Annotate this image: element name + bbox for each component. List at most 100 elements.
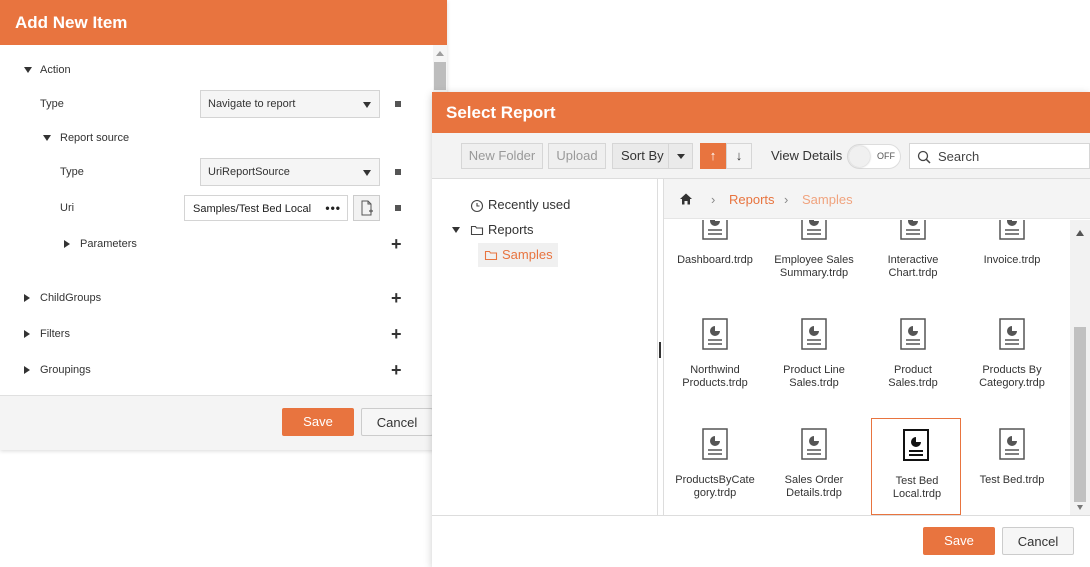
select-report-save-button[interactable]: Save [923, 527, 995, 555]
report-file-icon [801, 318, 827, 350]
file-grid-scrollbar[interactable] [1070, 220, 1090, 515]
square-marker-icon [395, 101, 401, 107]
more-icon[interactable]: ••• [325, 201, 341, 215]
expand-icon[interactable] [24, 330, 30, 338]
scrollbar-thumb[interactable] [434, 62, 446, 90]
file-item[interactable]: Northwind Products.trdp [670, 310, 760, 396]
collapse-icon[interactable] [452, 227, 460, 233]
search-input[interactable]: Search [909, 143, 1090, 169]
folder-icon [484, 250, 498, 261]
groupings-label: Groupings [40, 364, 91, 376]
breadcrumb-samples[interactable]: Samples [802, 192, 853, 207]
file-name: Products By Category.trdp [979, 364, 1045, 389]
file-name: Northwind Products.trdp [682, 364, 748, 389]
expand-icon[interactable] [24, 294, 30, 302]
child-groups-row[interactable]: ChildGroups + [0, 286, 433, 310]
sort-by-dropdown[interactable]: Sort By [612, 143, 693, 169]
sort-by-label: Sort By [621, 148, 664, 163]
file-item[interactable]: Invoice.trdp [967, 220, 1057, 286]
select-report-dialog: Select Report New Folder Upload Sort By … [432, 92, 1090, 567]
rs-type-label: Type [60, 166, 84, 178]
select-report-footer: Save Cancel [432, 515, 1090, 567]
uri-value: Samples/Test Bed Local [193, 203, 312, 215]
collapse-icon[interactable] [43, 135, 51, 141]
view-details-label: View Details [771, 148, 843, 163]
report-file-icon [702, 318, 728, 350]
file-item[interactable]: ProductsByCate gory.trdp [670, 420, 760, 512]
home-icon[interactable] [678, 191, 694, 207]
search-icon [917, 150, 931, 164]
square-marker-icon [395, 169, 401, 175]
file-item[interactable]: Products By Category.trdp [967, 310, 1057, 396]
rs-type-value: UriReportSource [208, 166, 290, 178]
report-source-type-dropdown[interactable]: UriReportSource [200, 158, 380, 186]
file-name: Sales Order Details.trdp [784, 474, 844, 499]
upload-button[interactable]: Upload [548, 143, 606, 169]
scroll-up-icon[interactable] [1076, 230, 1084, 236]
breadcrumb-reports[interactable]: Reports [729, 192, 775, 207]
sort-descending-button[interactable]: ↓ [726, 143, 752, 169]
scrollbar-thumb[interactable] [1074, 327, 1086, 502]
collapse-icon[interactable] [24, 67, 32, 73]
tree-item-recently-used[interactable]: Recently used [470, 197, 570, 213]
report-file-icon [801, 428, 827, 460]
file-item[interactable]: Product Sales.trdp [868, 310, 958, 396]
breadcrumb: › Reports › Samples [664, 179, 1090, 219]
file-name: Employee Sales Summary.trdp [774, 254, 854, 279]
splitter-grip[interactable] [659, 342, 661, 358]
expand-icon[interactable] [24, 366, 30, 374]
add-new-item-panel: Add New Item Action Type Navigate to rep… [0, 0, 447, 450]
view-details-toggle[interactable]: OFF [847, 144, 901, 169]
sort-by-toggle[interactable] [668, 144, 692, 168]
uri-input[interactable]: Samples/Test Bed Local ••• [184, 195, 348, 221]
action-type-dropdown[interactable]: Navigate to report [200, 90, 380, 118]
filters-row[interactable]: Filters + [0, 322, 433, 346]
sort-ascending-button[interactable]: ↑ [700, 143, 726, 169]
file-item[interactable]: Test Bed.trdp [967, 420, 1057, 512]
report-file-icon [999, 428, 1025, 460]
scroll-down-icon[interactable] [1077, 505, 1083, 510]
new-folder-button[interactable]: New Folder [461, 143, 543, 169]
add-item-title: Add New Item [0, 0, 447, 45]
chevron-down-icon [677, 154, 685, 159]
file-item[interactable]: Product Line Sales.trdp [769, 310, 859, 396]
file-name: ProductsByCate gory.trdp [675, 474, 755, 499]
square-marker-icon [395, 205, 401, 211]
add-item-cancel-button[interactable]: Cancel [361, 408, 433, 436]
file-item-selected[interactable]: Test Bed Local.trdp [871, 418, 961, 515]
select-report-cancel-button[interactable]: Cancel [1002, 527, 1074, 555]
action-label: Action [40, 64, 71, 76]
add-filter-icon[interactable]: + [391, 325, 402, 343]
file-grid: Dashboard.trdp Employee Sales Summary.trd… [664, 220, 1070, 515]
file-item[interactable]: Interactive Chart.trdp [868, 220, 958, 286]
parameters-label: Parameters [80, 238, 137, 250]
select-report-title: Select Report [432, 92, 1090, 133]
toggle-knob [849, 146, 870, 167]
file-name: Invoice.trdp [983, 254, 1041, 266]
action-row[interactable]: Action [0, 58, 433, 82]
folder-icon [470, 225, 484, 236]
add-grouping-icon[interactable]: + [391, 361, 402, 379]
file-item[interactable]: Employee Sales Summary.trdp [769, 220, 859, 286]
file-name: Product Line Sales.trdp [783, 364, 845, 389]
browse-file-button[interactable] [353, 195, 380, 221]
parameters-row[interactable]: Parameters + [0, 232, 433, 256]
add-child-group-icon[interactable]: + [391, 289, 402, 307]
uri-label: Uri [60, 202, 75, 214]
scroll-up-icon[interactable] [436, 51, 444, 56]
add-parameter-icon[interactable]: + [391, 235, 402, 253]
groupings-row[interactable]: Groupings + [0, 358, 433, 382]
file-item[interactable]: Dashboard.trdp [670, 220, 760, 286]
report-file-icon [903, 429, 929, 461]
expand-icon[interactable] [64, 240, 70, 248]
breadcrumb-separator: › [784, 192, 789, 207]
add-item-save-button[interactable]: Save [282, 408, 354, 436]
report-source-row[interactable]: Report source [0, 126, 433, 150]
add-item-property-grid: Action Type Navigate to report Report so… [0, 45, 433, 395]
file-name: Dashboard.trdp [677, 254, 753, 266]
report-file-icon [900, 220, 926, 240]
tree-label-samples: Samples [502, 247, 553, 262]
file-item[interactable]: Sales Order Details.trdp [769, 420, 859, 512]
tree-item-samples[interactable]: Samples [478, 243, 558, 267]
report-file-icon [801, 220, 827, 240]
